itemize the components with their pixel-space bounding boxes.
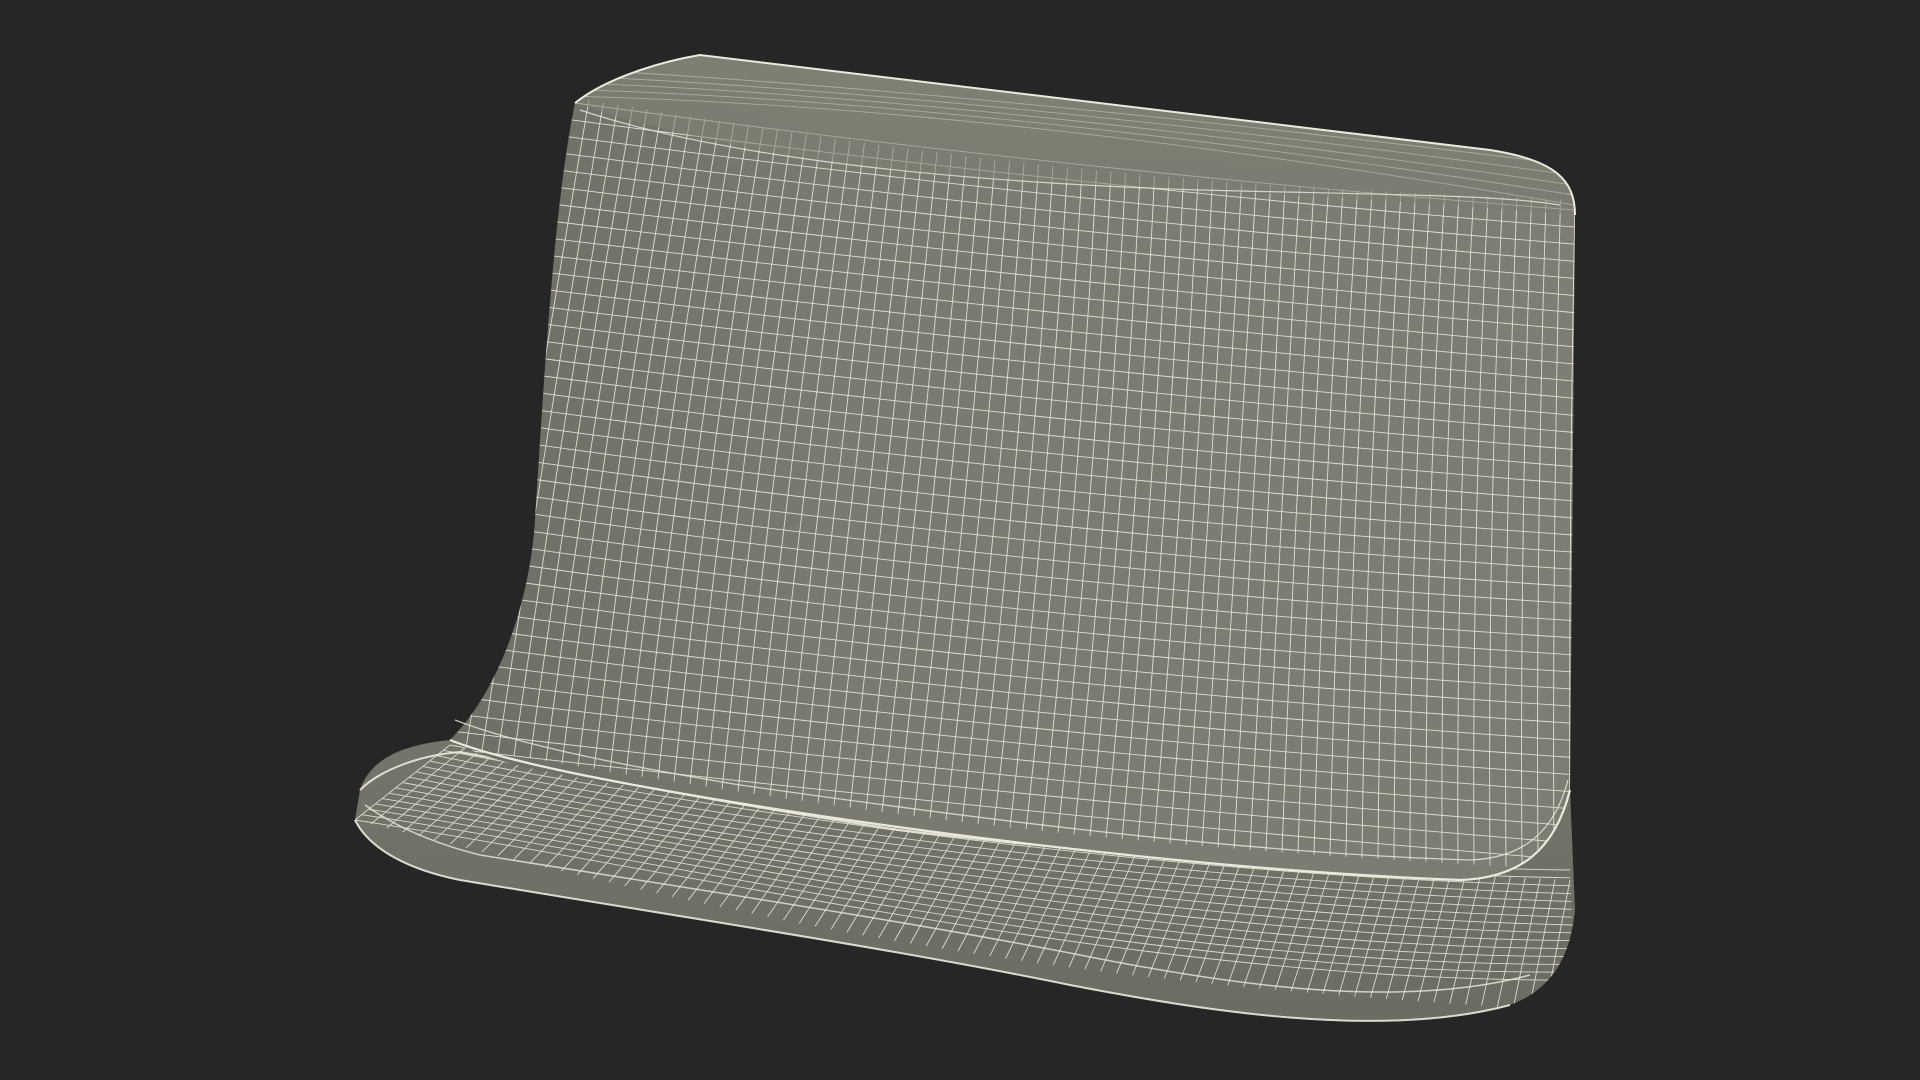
- wireframe-model-render: [354, 53, 1576, 1022]
- 3d-viewport[interactable]: [0, 0, 1920, 1080]
